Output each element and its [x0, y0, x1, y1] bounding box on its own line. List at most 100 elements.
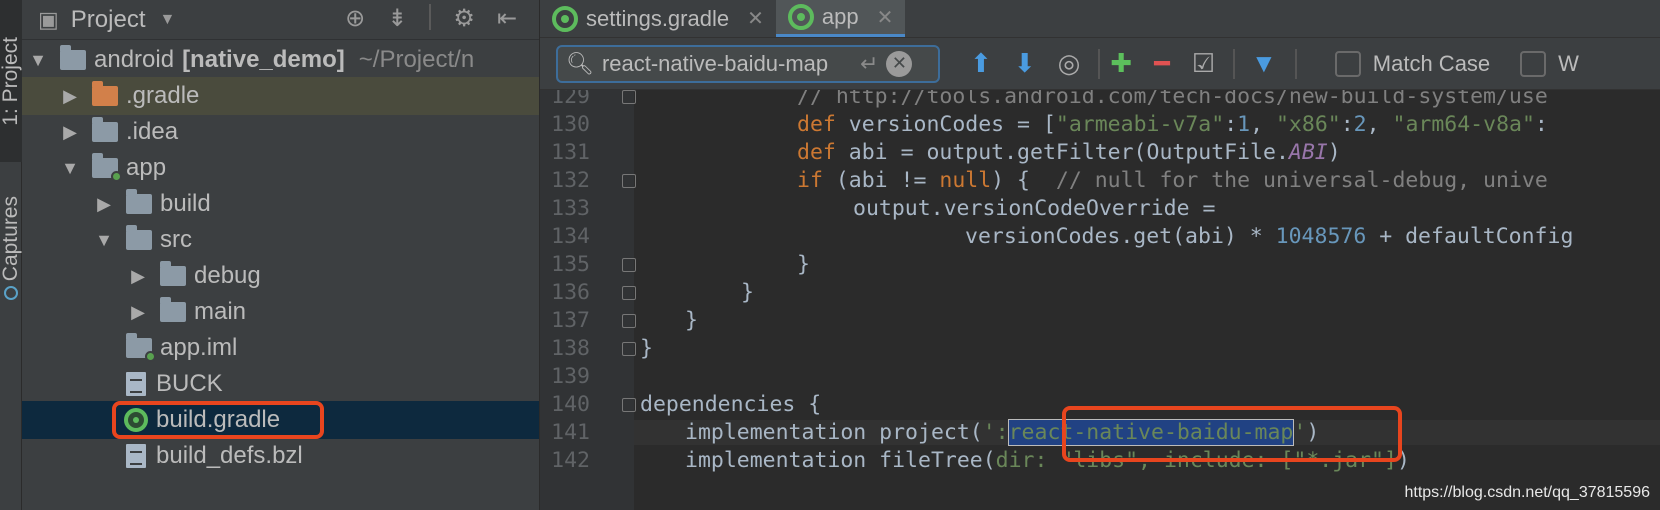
folder-icon [160, 261, 186, 286]
fold-marker-icon[interactable] [622, 314, 636, 328]
gradle-icon [552, 5, 578, 32]
search-icon[interactable]: 🔍︎ [566, 51, 594, 77]
collapsed-arrow-icon[interactable]: ▶ [128, 266, 148, 287]
folder-icon [126, 225, 152, 250]
expanded-arrow-icon[interactable]: ▼ [94, 230, 114, 251]
tree-item-android[interactable]: ▼ android [native_demo] ~/Project/n [22, 41, 539, 79]
code-line: // http://tools.android.com/tech-docs/ne… [797, 90, 1548, 109]
filter-icon[interactable]: ▼ [1251, 48, 1277, 79]
annotation-highlight-box [112, 401, 324, 439]
tab-label: app [821, 4, 859, 29]
tool-window-stripe: 1: Project Captures [0, 0, 22, 510]
tree-item-label: build [160, 190, 211, 217]
line-number: 135 [551, 252, 590, 277]
tree-item-label: debug [194, 262, 261, 289]
gradle-icon [787, 4, 814, 30]
words-checkbox[interactable] [1520, 50, 1547, 77]
select-all-occurrences-icon[interactable]: ◎ [1058, 48, 1081, 79]
collapsed-arrow-icon[interactable]: ▶ [128, 302, 148, 323]
folder-icon [60, 45, 86, 70]
close-icon[interactable]: ✕ [877, 5, 894, 30]
captures-tool-tab-label: Captures [0, 196, 22, 282]
gear-icon[interactable]: ⚙ [453, 4, 475, 33]
add-occurrence-icon[interactable]: ✚ [1110, 48, 1132, 79]
match-case-checkbox[interactable] [1334, 50, 1361, 77]
project-panel-header: ▣ Project ▼ ⊕ ⇟ ⚙ ⇤ [22, 0, 539, 40]
collapsed-arrow-icon[interactable]: ▶ [60, 122, 80, 143]
tree-item-label: app [126, 154, 167, 181]
tree-item-label: .gradle [126, 82, 200, 109]
project-tool-tab-label: 1: Project [0, 36, 22, 126]
previous-occurrence-icon[interactable]: ⬆ [970, 48, 992, 79]
expanded-arrow-icon[interactable]: ▼ [60, 158, 80, 179]
tree-item-build-defs[interactable]: build_defs.bzl [22, 437, 539, 475]
tree-item-app-iml[interactable]: app.iml [22, 329, 539, 367]
tree-item-src[interactable]: ▼ src [22, 221, 539, 259]
line-number: 132 [551, 168, 590, 193]
code-editor[interactable]: 129 130 131 132 133 134 135 136 137 138 … [540, 90, 1660, 510]
next-occurrence-icon[interactable]: ⬇ [1014, 48, 1036, 79]
tree-item-app[interactable]: ▼ app [22, 149, 539, 187]
line-number: 130 [551, 112, 590, 137]
fold-marker-icon[interactable] [622, 286, 636, 300]
fold-marker-icon[interactable] [622, 258, 636, 272]
search-input[interactable] [601, 50, 852, 77]
code-line: versionCodes.get(abi) * 1048576 + defaul… [965, 224, 1574, 249]
module-folder-icon [92, 153, 122, 182]
module-file-icon [126, 333, 156, 362]
search-box[interactable]: 🔍︎ ↵ ✕ [556, 44, 940, 83]
project-panel: ▣ Project ▼ ⊕ ⇟ ⚙ ⇤ ▼ android [native_de… [22, 0, 540, 510]
close-icon[interactable]: ✕ [747, 6, 764, 31]
tree-item-debug[interactable]: ▶ debug [22, 257, 539, 295]
tree-item-main[interactable]: ▶ main [22, 293, 539, 331]
line-number: 139 [551, 364, 590, 389]
project-view-selector[interactable]: Project [71, 6, 146, 34]
text-file-icon [126, 444, 146, 468]
tree-item-idea[interactable]: ▶ .idea [22, 113, 539, 151]
clear-search-icon[interactable]: ✕ [886, 50, 913, 77]
tree-item-module-name: [native_demo] [182, 46, 345, 73]
chevron-down-icon[interactable]: ▼ [160, 11, 176, 29]
tab-settings-gradle[interactable]: settings.gradle ✕ [540, 0, 776, 37]
code-line: } [685, 308, 698, 333]
collapse-all-icon[interactable]: ⇟ [387, 4, 407, 33]
line-number: 134 [551, 224, 590, 249]
captures-icon [4, 285, 18, 300]
folder-icon [126, 189, 152, 214]
collapsed-arrow-icon[interactable]: ▶ [60, 86, 80, 107]
tree-item-label: main [194, 298, 247, 325]
fold-marker-icon[interactable] [622, 174, 636, 188]
tree-item-buck[interactable]: BUCK [22, 365, 539, 403]
collapsed-arrow-icon[interactable]: ▶ [94, 194, 114, 215]
line-number: 141 [551, 420, 590, 445]
tree-item-build[interactable]: ▶ build [22, 185, 539, 223]
enter-icon: ↵ [859, 50, 879, 76]
line-number: 140 [551, 392, 590, 417]
annotation-highlight-box [1062, 406, 1402, 462]
remove-occurrence-icon[interactable]: ━ [1154, 48, 1170, 79]
toolbar-divider [1294, 48, 1297, 79]
fold-marker-icon[interactable] [622, 342, 636, 356]
fold-marker-icon[interactable] [622, 398, 636, 412]
code-line: def versionCodes = ["armeabi-v7a":1, "x8… [797, 112, 1548, 137]
line-number: 142 [551, 448, 590, 473]
hide-panel-icon[interactable]: ⇤ [497, 4, 517, 33]
project-view-icon: ▣ [38, 6, 59, 32]
fold-marker-icon[interactable] [622, 90, 636, 104]
locate-file-icon[interactable]: ⊕ [345, 4, 365, 33]
line-number: 136 [551, 280, 590, 305]
tree-item-label: android [94, 46, 175, 73]
folder-icon [92, 81, 118, 106]
match-case-label: Match Case [1372, 50, 1491, 76]
code-line: } [741, 280, 754, 305]
expanded-arrow-icon[interactable]: ▼ [28, 50, 48, 71]
tree-item-gradle[interactable]: ▶ .gradle [22, 77, 539, 115]
captures-tool-tab[interactable]: Captures [0, 178, 22, 318]
tab-app[interactable]: app ✕ [775, 0, 906, 37]
project-tool-tab[interactable]: 1: Project [0, 0, 22, 162]
line-number: 137 [551, 308, 590, 333]
tree-item-label: .idea [126, 118, 179, 145]
toggle-occurrence-icon[interactable]: ☑ [1192, 48, 1215, 79]
text-file-icon [126, 372, 146, 396]
editor-tab-bar: settings.gradle ✕ app ✕ [540, 0, 1660, 38]
